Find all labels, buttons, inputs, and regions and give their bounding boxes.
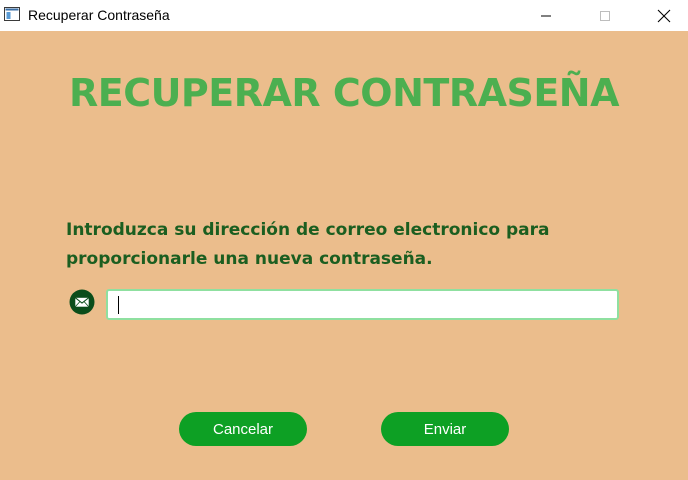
cancel-button[interactable]: Cancelar: [179, 412, 307, 446]
maximize-button[interactable]: [582, 0, 628, 31]
close-button[interactable]: [641, 0, 687, 31]
maximize-icon: [600, 10, 610, 21]
envelope-icon: [69, 289, 95, 315]
minimize-button[interactable]: [523, 0, 569, 31]
window-title: Recuperar Contraseña: [28, 7, 170, 23]
send-button[interactable]: Enviar: [381, 412, 509, 446]
window: Recuperar Contraseña RECUPERAR CONTRASEÑ…: [0, 0, 688, 480]
text-caret: [118, 296, 119, 314]
recover-password-panel: RECUPERAR CONTRASEÑA Introduzca su direc…: [0, 31, 688, 480]
email-input[interactable]: [106, 289, 619, 320]
page-title: RECUPERAR CONTRASEÑA: [68, 71, 620, 115]
minimize-icon: [541, 15, 551, 16]
instruction-text: Introduzca su dirección de correo electr…: [66, 220, 550, 269]
close-icon: [657, 9, 671, 22]
title-bar: Recuperar Contraseña: [0, 0, 688, 31]
app-icon: [4, 7, 20, 21]
